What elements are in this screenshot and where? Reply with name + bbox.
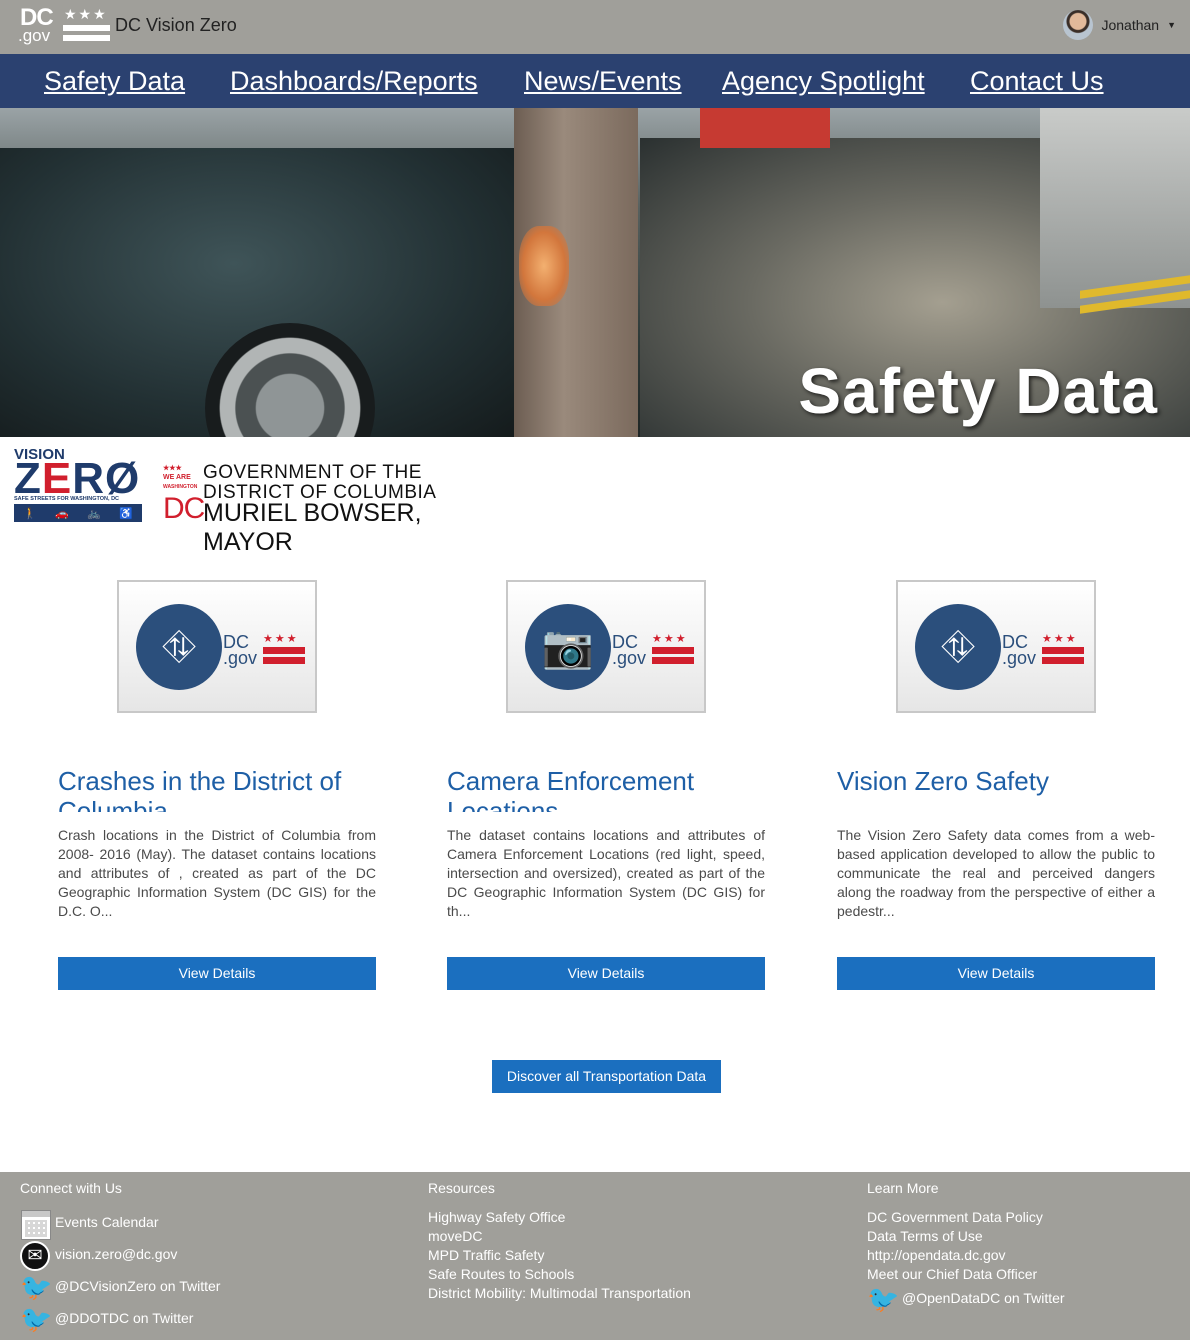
dataset-title[interactable]: Crashes in the District of Columbia — [58, 766, 376, 812]
dc-flag-icon: ★★★ — [1042, 634, 1084, 666]
logo-stars-icon: ★★★ — [64, 6, 108, 22]
nav-agency-spotlight[interactable]: Agency Spotlight — [722, 66, 925, 97]
dc-flag-icon: ★★★ — [263, 634, 305, 666]
user-menu[interactable]: Jonathan ▼ — [1063, 10, 1176, 40]
footer: Connect with Us Events Calendar ✉ vision… — [0, 1172, 1190, 1340]
hero-title: Safety Data — [798, 355, 1158, 427]
dataset-description: The dataset contains locations and attri… — [447, 827, 765, 919]
footer-link-resource[interactable]: moveDC — [428, 1228, 482, 1244]
dataset-thumbnail[interactable]: 📷 DC .gov ★★★ — [506, 580, 706, 713]
nav-contact-us[interactable]: Contact Us — [970, 66, 1104, 97]
vz-tagline: SAFE STREETS FOR WASHINGTON, DC — [14, 496, 120, 502]
footer-link-resource[interactable]: Highway Safety Office — [428, 1209, 565, 1225]
footer-link-learn[interactable]: Data Terms of Use — [867, 1228, 983, 1244]
site-title[interactable]: DC Vision Zero — [115, 15, 237, 36]
twitter-icon[interactable]: 🐦 — [20, 1272, 52, 1302]
nav-safety-data[interactable]: Safety Data — [44, 66, 185, 97]
logo-gov-text: .gov — [18, 26, 51, 45]
footer-link-learn[interactable]: DC Government Data Policy — [867, 1209, 1043, 1225]
avatar — [1063, 10, 1094, 40]
calendar-icon[interactable] — [21, 1210, 51, 1240]
discover-all-data-button[interactable]: Discover all Transportation Data — [492, 1060, 721, 1093]
user-name: Jonathan — [1101, 17, 1160, 33]
footer-learn-title: Learn More — [867, 1180, 939, 1196]
footer-link-resource[interactable]: MPD Traffic Safety — [428, 1247, 544, 1263]
wheelchair-icon: ♿ — [119, 507, 133, 520]
footer-link-learn[interactable]: Meet our Chief Data Officer — [867, 1266, 1037, 1282]
view-details-button[interactable]: View Details — [837, 957, 1155, 990]
view-details-button[interactable]: View Details — [447, 957, 765, 990]
twitter-icon[interactable]: 🐦 — [867, 1284, 899, 1314]
footer-resources-title: Resources — [428, 1180, 495, 1196]
footer-link-twitter-visionzero[interactable]: @DCVisionZero on Twitter — [55, 1278, 220, 1294]
road-icon: ⛗ — [162, 623, 196, 670]
logo-bar — [63, 35, 110, 41]
gov-logo-mayor: MURIEL BOWSER, MAYOR — [203, 499, 422, 556]
hero-fire-truck — [700, 108, 830, 148]
pedestrian-icon: 🚶 — [23, 507, 37, 520]
mail-icon[interactable]: ✉ — [20, 1241, 50, 1271]
hero-tree-scar — [519, 226, 569, 306]
footer-link-twitter-opendata[interactable]: @OpenDataDC on Twitter — [902, 1290, 1065, 1306]
gov-logo-line1: GOVERNMENT OF THE — [203, 462, 422, 483]
footer-link-resource[interactable]: District Mobility: Multimodal Transporta… — [428, 1285, 691, 1301]
logo-bar — [63, 25, 110, 31]
gov-logo-dc: DC — [163, 492, 205, 525]
hero-banner: Safety Data — [0, 108, 1190, 437]
dataset-description: The Vision Zero Safety data comes from a… — [837, 827, 1155, 919]
dc-government-logo: ★★★ WE ARE WASHINGTON DC GOVERNMENT OF THE… — [163, 462, 493, 556]
dc-gov-logo[interactable]: DC .gov ★★★ — [18, 4, 113, 45]
view-details-button[interactable]: View Details — [58, 957, 376, 990]
nav-dashboards-reports[interactable]: Dashboards/Reports — [230, 66, 478, 97]
nav-news-events[interactable]: News/Events — [524, 66, 682, 97]
footer-link-events-calendar[interactable]: Events Calendar — [55, 1214, 159, 1230]
footer-connect-title: Connect with Us — [20, 1180, 122, 1196]
camera-icon: 📷 — [541, 623, 595, 670]
bicycle-icon: 🚲 — [87, 507, 101, 520]
vz-mode-icons: 🚶 🚗 🚲 ♿ — [14, 504, 142, 522]
main-nav: Safety Data Dashboards/Reports News/Even… — [0, 54, 1190, 108]
footer-link-email[interactable]: vision.zero@dc.gov — [55, 1246, 177, 1262]
twitter-icon[interactable]: 🐦 — [20, 1304, 52, 1334]
footer-link-twitter-ddot[interactable]: @DDOTDC on Twitter — [55, 1310, 193, 1326]
dataset-thumbnail[interactable]: ⛗ DC .gov ★★★ — [117, 580, 317, 713]
top-bar: DC .gov ★★★ DC Vision Zero Jonathan ▼ — [0, 0, 1190, 54]
caret-down-icon: ▼ — [1167, 20, 1176, 30]
road-icon: ⛗ — [941, 623, 975, 670]
dc-flag-icon: ★★★ — [652, 634, 694, 666]
footer-link-learn[interactable]: http://opendata.dc.gov — [867, 1247, 1006, 1263]
dataset-title[interactable]: Camera Enforcement Locations — [447, 766, 765, 812]
dataset-description: Crash locations in the District of Colum… — [58, 827, 376, 919]
vision-zero-logo: VISION ZERØ SAFE STREETS FOR WASHINGTON,… — [14, 446, 142, 522]
dataset-title[interactable]: Vision Zero Safety — [837, 766, 1155, 812]
dataset-thumbnail[interactable]: ⛗ DC .gov ★★★ — [896, 580, 1096, 713]
footer-link-resource[interactable]: Safe Routes to Schools — [428, 1266, 574, 1282]
car-icon: 🚗 — [55, 507, 69, 520]
